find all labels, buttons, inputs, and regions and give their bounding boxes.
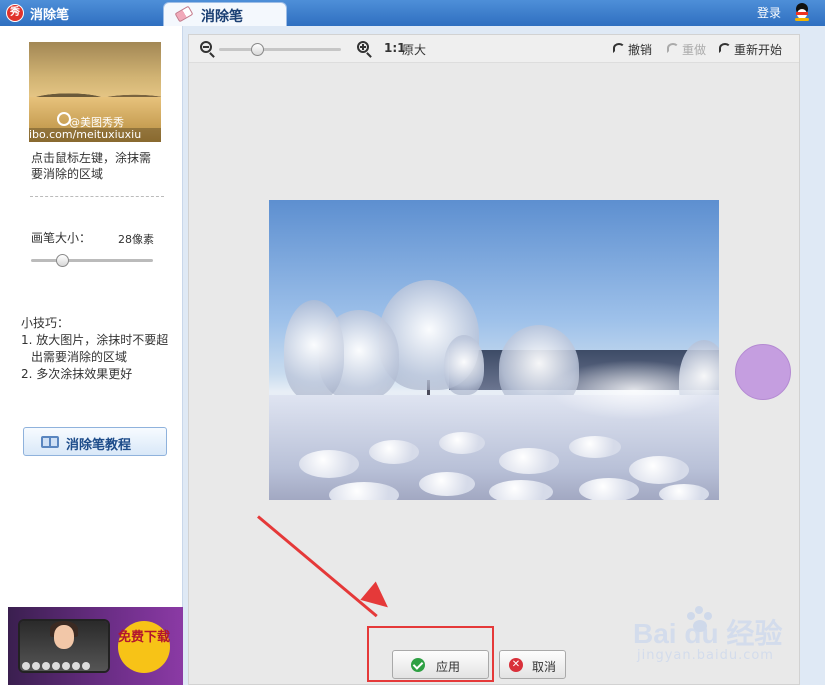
tip-item: 1. 放大图片，涂抹时不要超出需要消除的区域 <box>21 333 169 364</box>
annotation-highlight-box <box>367 626 494 682</box>
thumbnail-watermark-url: ibo.com/meituxiuxiu <box>29 128 161 142</box>
restart-icon[interactable] <box>719 43 731 53</box>
zoom-slider-handle[interactable] <box>250 43 264 56</box>
original-size-button[interactable]: 原大 <box>402 41 426 58</box>
ad-free-download-badge: 免费下载 <box>118 621 170 673</box>
brush-size-label: 画笔大小： <box>31 231 92 245</box>
undo-button[interactable]: 撤销 <box>628 41 652 58</box>
zoom-out-icon[interactable] <box>200 41 212 53</box>
download-ad-banner[interactable]: 免费下载 <box>8 607 183 685</box>
toolbar: 1:1 原大 撤销 重做 重新开始 <box>189 35 799 63</box>
tips-title: 小技巧： <box>21 316 70 330</box>
edited-photo[interactable] <box>269 200 719 500</box>
login-link[interactable]: 登录 <box>757 4 781 21</box>
brush-size-slider[interactable] <box>31 254 153 267</box>
tab-label: 消除笔 <box>201 9 243 25</box>
divider <box>30 196 164 197</box>
tips-list: 1. 放大图片，涂抹时不要超出需要消除的区域 2. 多次涂抹效果更好 <box>21 332 171 383</box>
brush-size-slider-handle[interactable] <box>55 254 69 267</box>
title-bar: 秀 消除笔 消除笔 登录 <box>0 0 825 26</box>
canvas-area: 1:1 原大 撤销 重做 重新开始 应用 ✕ 取消 <box>188 34 800 685</box>
brush-size-value: 28像素 <box>118 233 154 246</box>
zoom-in-icon[interactable] <box>357 41 369 53</box>
baidu-paw-icon <box>687 606 713 636</box>
redo-icon[interactable] <box>667 43 679 53</box>
usage-hint: 点击鼠标左键，涂抹需要消除的区域 <box>31 151 152 181</box>
app-title: 消除笔 <box>30 8 70 23</box>
baidu-watermark-url: jingyan.baidu.com <box>637 648 774 663</box>
app-logo-icon: 秀 <box>6 4 24 22</box>
eraser-icon <box>174 5 194 23</box>
cancel-button-label: 取消 <box>532 660 557 674</box>
demo-thumbnail: @美图秀秀 ibo.com/meituxiuxiu <box>29 42 161 142</box>
tab-eraser-pen[interactable]: 消除笔 <box>163 2 287 26</box>
restart-button[interactable]: 重新开始 <box>734 41 782 58</box>
cancel-button[interactable]: ✕ 取消 <box>499 650 566 679</box>
left-panel: @美图秀秀 ibo.com/meituxiuxiu 点击鼠标左键，涂抹需要消除的… <box>0 26 183 685</box>
brush-cursor <box>735 344 791 400</box>
tutorial-button[interactable]: 消除笔教程 <box>23 427 167 456</box>
tutorial-button-label: 消除笔教程 <box>66 438 132 453</box>
close-icon: ✕ <box>509 658 523 672</box>
tip-item: 2. 多次涂抹效果更好 <box>21 367 133 381</box>
qq-penguin-icon[interactable] <box>794 3 810 21</box>
book-icon <box>41 436 59 448</box>
redo-button[interactable]: 重做 <box>682 41 706 58</box>
baidu-watermark: Bai du 经验 jingyan.baidu.com <box>633 606 823 668</box>
zoom-slider[interactable] <box>219 43 341 56</box>
undo-icon[interactable] <box>613 43 625 53</box>
